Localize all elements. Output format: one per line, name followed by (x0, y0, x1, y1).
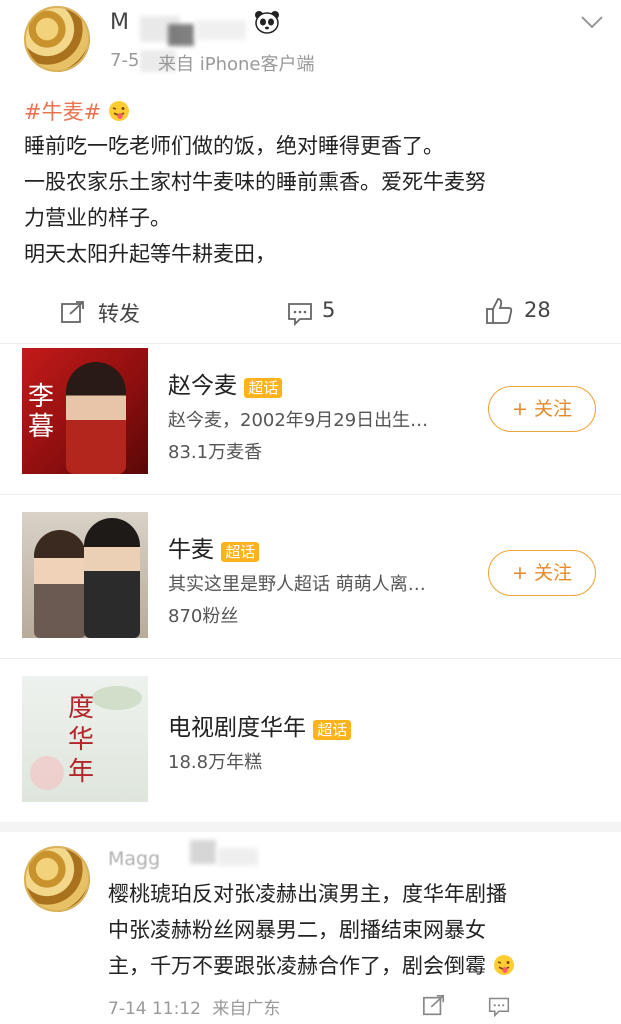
comment-meta: 7-14 11:12 来自广东 (108, 994, 280, 1019)
comment-text-line-2: 中张凌赫粉丝网暴男二，剧播结束网暴女 (108, 918, 486, 942)
post-text-line-3: 力营业的样子。 (24, 206, 171, 230)
thumbnail-person-right (84, 518, 140, 638)
comment-text-line-3: 主，千万不要跟张凌赫合作了，剧会倒霉 (108, 950, 515, 981)
card-description: 其实这里是野人超话 萌萌人离… (168, 574, 426, 595)
divider (0, 343, 621, 344)
card-stat: 83.1万麦香 (168, 442, 263, 463)
post-source: 来自 iPhone客户端 (158, 54, 315, 75)
thumbnail-figure (66, 362, 126, 474)
thumbnail-decor-branch (92, 686, 142, 710)
card-thumbnail-duhuanian[interactable]: 度华年 (22, 676, 148, 802)
card-title-text: 赵今麦 (168, 373, 237, 399)
panda-emoji-icon (254, 10, 280, 34)
section-separator (0, 822, 621, 832)
commenter-avatar[interactable] (24, 846, 90, 912)
comment-date: 7-14 11:12 (108, 999, 201, 1019)
commenter-name[interactable]: Magg (108, 848, 160, 870)
follow-button[interactable]: + 关注 (488, 550, 596, 596)
tongue-emoji-icon (108, 100, 130, 127)
card-stat: 18.8万年糕 (168, 752, 263, 773)
card-title[interactable]: 电视剧度华年 超话 (168, 708, 352, 742)
card-stat: 870粉丝 (168, 606, 239, 627)
redacted-name-block-dark (168, 24, 194, 46)
comment-button[interactable]: 5 (286, 296, 366, 330)
comment-icon (286, 301, 314, 331)
super-topic-badge: 超话 (313, 720, 352, 740)
chevron-down-icon[interactable] (578, 12, 606, 32)
thumbnail-person-left (34, 530, 86, 638)
comment-text-line-3-text: 主，千万不要跟张凌赫合作了，剧会倒霉 (108, 954, 486, 978)
comment-count: 5 (322, 298, 336, 322)
divider (0, 494, 621, 495)
tongue-emoji-icon (493, 954, 515, 981)
thumbnail-title-text: 度华年 (68, 693, 95, 787)
redacted-name-block-light (218, 848, 258, 866)
card-title[interactable]: 牛麦 超话 (168, 530, 260, 564)
author-name[interactable]: M (110, 10, 129, 35)
post-date: 7-5 (110, 50, 140, 71)
comment-reply-icon[interactable] (486, 996, 512, 1022)
super-topic-badge: 超话 (221, 542, 260, 562)
thumbnail-decor-blossom (30, 756, 64, 790)
card-thumbnail-niumai[interactable] (22, 512, 148, 638)
card-thumbnail-zhaojinmai[interactable]: 李暮 (22, 348, 148, 474)
comment-text-line-1: 樱桃琥珀反对张凌赫出演男主，度华年剧播 (108, 882, 507, 906)
divider (0, 658, 621, 659)
comment-source: 来自广东 (212, 999, 281, 1019)
repost-label: 转发 (98, 302, 140, 326)
super-topic-badge: 超话 (244, 378, 283, 398)
thumbnail-title-text: 李暮 (28, 382, 55, 442)
card-title[interactable]: 赵今麦 超话 (168, 366, 283, 400)
comment-repost-icon[interactable] (422, 994, 446, 1022)
like-count: 28 (524, 298, 551, 322)
thumbs-up-icon (484, 296, 514, 330)
card-title-text: 牛麦 (168, 537, 214, 563)
repost-icon (60, 300, 86, 330)
post-text-line-4: 明天太阳升起等牛耕麦田， (24, 242, 276, 266)
like-button[interactable]: 28 (484, 294, 584, 330)
post-text-line-2: 一股农家乐土家村牛麦味的睡前熏香。爱死牛麦努 (24, 170, 486, 194)
author-avatar[interactable] (24, 6, 90, 72)
redacted-name-block (190, 840, 216, 864)
follow-button[interactable]: + 关注 (488, 386, 596, 432)
post-topic[interactable]: #牛麦# (24, 96, 130, 127)
redacted-name-block-light (196, 20, 246, 40)
post-text-line-1: 睡前吃一吃老师们做的饭，绝对睡得更香了。 (24, 134, 444, 158)
card-description: 赵今麦，2002年9月29日出生… (168, 410, 429, 431)
card-title-text: 电视剧度华年 (168, 715, 306, 741)
topic-link[interactable]: #牛麦# (24, 100, 101, 124)
repost-button[interactable]: 转发 (60, 296, 180, 330)
